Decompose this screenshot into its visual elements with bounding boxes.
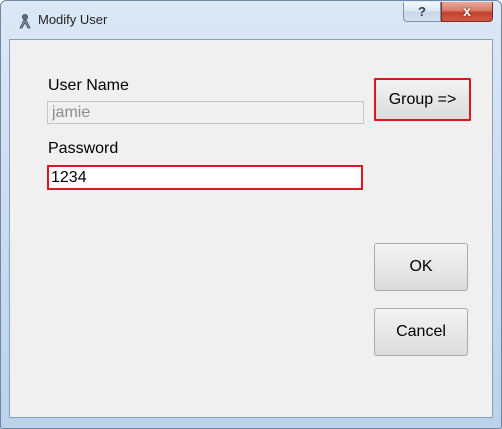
username-field[interactable] (47, 101, 364, 124)
password-field[interactable] (47, 165, 363, 190)
ok-button[interactable]: OK (374, 243, 468, 291)
help-button[interactable]: ? (403, 2, 441, 22)
password-label: Password (48, 140, 119, 157)
window-title: Modify User (38, 12, 108, 27)
modify-user-dialog: Modify User ? x User Name Password Group… (0, 0, 502, 429)
group-button[interactable]: Group => (374, 78, 471, 121)
close-button[interactable]: x (441, 2, 493, 22)
cancel-button[interactable]: Cancel (374, 308, 468, 356)
dialog-content: User Name Password Group => OK Cancel (9, 39, 493, 418)
username-label: User Name (48, 77, 129, 94)
title-bar[interactable]: Modify User ? x (1, 1, 501, 39)
user-icon (17, 13, 33, 29)
